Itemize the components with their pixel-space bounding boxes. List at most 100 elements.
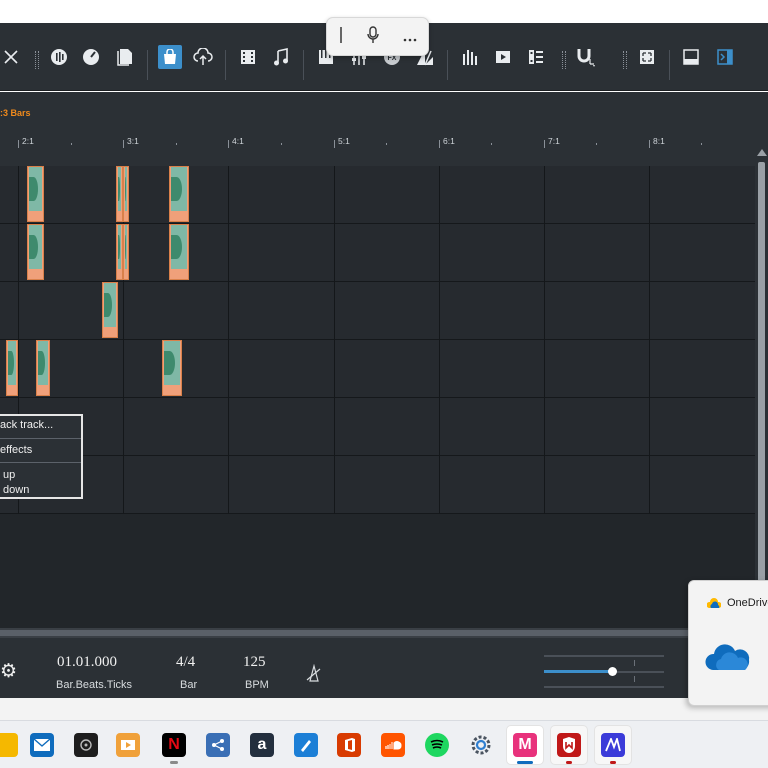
file-icon[interactable] [114, 46, 136, 68]
track-row[interactable] [0, 224, 755, 282]
video-editor-icon[interactable] [116, 733, 140, 757]
settings-icon[interactable] [469, 733, 493, 757]
toolbar-grip[interactable] [622, 51, 628, 69]
scrollbar-thumb[interactable] [0, 630, 700, 636]
running-indicator [170, 761, 178, 764]
horizontal-scrollbar[interactable] [0, 628, 768, 638]
share-icon[interactable] [206, 733, 230, 757]
svg-text:FX: FX [388, 55, 397, 62]
position-display[interactable]: 01.01.000 [57, 654, 117, 671]
shop-bag-icon[interactable] [158, 45, 182, 69]
onedrive-title: OneDrive [727, 597, 768, 609]
toolbar-grip[interactable] [561, 51, 567, 69]
music-note-icon[interactable] [270, 46, 292, 68]
metronome-icon[interactable] [305, 663, 323, 686]
tempo-display[interactable]: 125 [243, 654, 266, 671]
magix-icon[interactable] [601, 733, 625, 757]
pen-app-icon[interactable] [294, 733, 318, 757]
track-row[interactable] [0, 398, 755, 456]
beat-dot [386, 143, 387, 145]
time-signature-display[interactable]: 4/4 [176, 654, 195, 671]
mcafee-icon[interactable] [557, 733, 581, 757]
menu-separator [0, 438, 81, 439]
audio-clip[interactable] [27, 166, 44, 222]
file-explorer-icon[interactable] [0, 733, 18, 757]
audio-record-icon[interactable] [48, 46, 70, 68]
fullscreen-icon[interactable] [636, 46, 658, 68]
audio-clip[interactable] [123, 166, 129, 222]
audio-clip[interactable] [169, 166, 189, 222]
menu-item-effects[interactable]: effects [0, 444, 81, 456]
bar-label: 7:1 [548, 136, 560, 146]
bar-label: 3:1 [127, 136, 139, 146]
close-icon[interactable] [0, 46, 22, 68]
menu-item-add-track[interactable]: ack track... [0, 419, 81, 431]
amazon-icon[interactable]: a [250, 733, 274, 757]
tempo-dial-icon[interactable] [80, 46, 102, 68]
loop-range-label[interactable]: :3 Bars [0, 108, 31, 118]
music-maker-icon[interactable]: M [513, 733, 537, 757]
audio-clip[interactable] [169, 224, 189, 280]
beat-dot [71, 143, 72, 145]
audio-clip[interactable] [6, 340, 18, 396]
cursor-bar-icon[interactable] [339, 26, 343, 47]
slider-tick [634, 660, 635, 666]
settings-gear-icon[interactable]: ⚙ [0, 660, 17, 682]
slider-track [544, 686, 664, 688]
netflix-icon[interactable]: N [162, 733, 186, 757]
list-film-icon[interactable] [525, 46, 547, 68]
running-indicator [610, 761, 616, 764]
toolbar-separator [147, 50, 148, 80]
track-context-menu: ack track... effects up down [0, 414, 83, 499]
audio-clip[interactable] [102, 282, 118, 338]
play-video-icon[interactable] [492, 46, 514, 68]
slider-tick [634, 676, 635, 682]
menu-item-move-down[interactable]: down [0, 484, 81, 496]
menu-separator [0, 462, 81, 463]
audio-clip[interactable] [116, 224, 123, 280]
voice-typing-bar [326, 17, 429, 56]
beat-dot [281, 143, 282, 145]
audio-clip[interactable] [27, 224, 44, 280]
audio-clip[interactable] [162, 340, 182, 396]
toolbar-grip[interactable] [34, 51, 40, 69]
bar-label: 8:1 [653, 136, 665, 146]
scroll-up-arrow-icon[interactable] [757, 149, 767, 156]
vertical-scrollbar[interactable] [755, 148, 768, 628]
soundcloud-icon[interactable] [381, 733, 405, 757]
spotify-icon[interactable] [425, 733, 449, 757]
panel-bottom-icon[interactable] [680, 46, 702, 68]
bar-gridline [439, 166, 440, 514]
media-app-icon[interactable] [74, 733, 98, 757]
audio-clip[interactable] [36, 340, 50, 396]
beat-dot [701, 143, 702, 145]
bar-label: 2:1 [22, 136, 34, 146]
bars-icon[interactable] [459, 46, 481, 68]
beat-dot [491, 143, 492, 145]
slider-track [544, 655, 664, 657]
panel-right-icon[interactable] [714, 46, 736, 68]
toolbar-separator [225, 50, 226, 80]
menu-item-move-up[interactable]: up [0, 469, 81, 481]
window-bottom-edge [0, 698, 768, 720]
office-icon[interactable] [337, 733, 361, 757]
scrollbar-thumb[interactable] [758, 162, 765, 622]
track-row[interactable] [0, 340, 755, 398]
master-volume-knob[interactable] [607, 667, 617, 676]
position-label: Bar.Beats.Ticks [56, 679, 133, 691]
track-row[interactable] [0, 456, 755, 514]
bar-tick [228, 140, 229, 148]
snap-magnet-icon[interactable] [575, 46, 597, 68]
track-row[interactable] [0, 166, 755, 224]
bar-label: 4:1 [232, 136, 244, 146]
audio-clip[interactable] [123, 224, 129, 280]
mail-icon[interactable] [30, 733, 54, 757]
microphone-icon[interactable] [366, 25, 380, 48]
timeline-ruler[interactable] [0, 92, 768, 166]
film-icon[interactable] [237, 46, 259, 68]
more-icon[interactable] [403, 27, 417, 46]
cloud-upload-icon[interactable] [192, 46, 214, 68]
onedrive-notification[interactable]: OneDrive [688, 580, 768, 706]
audio-clip[interactable] [116, 166, 123, 222]
bar-tick [18, 140, 19, 148]
